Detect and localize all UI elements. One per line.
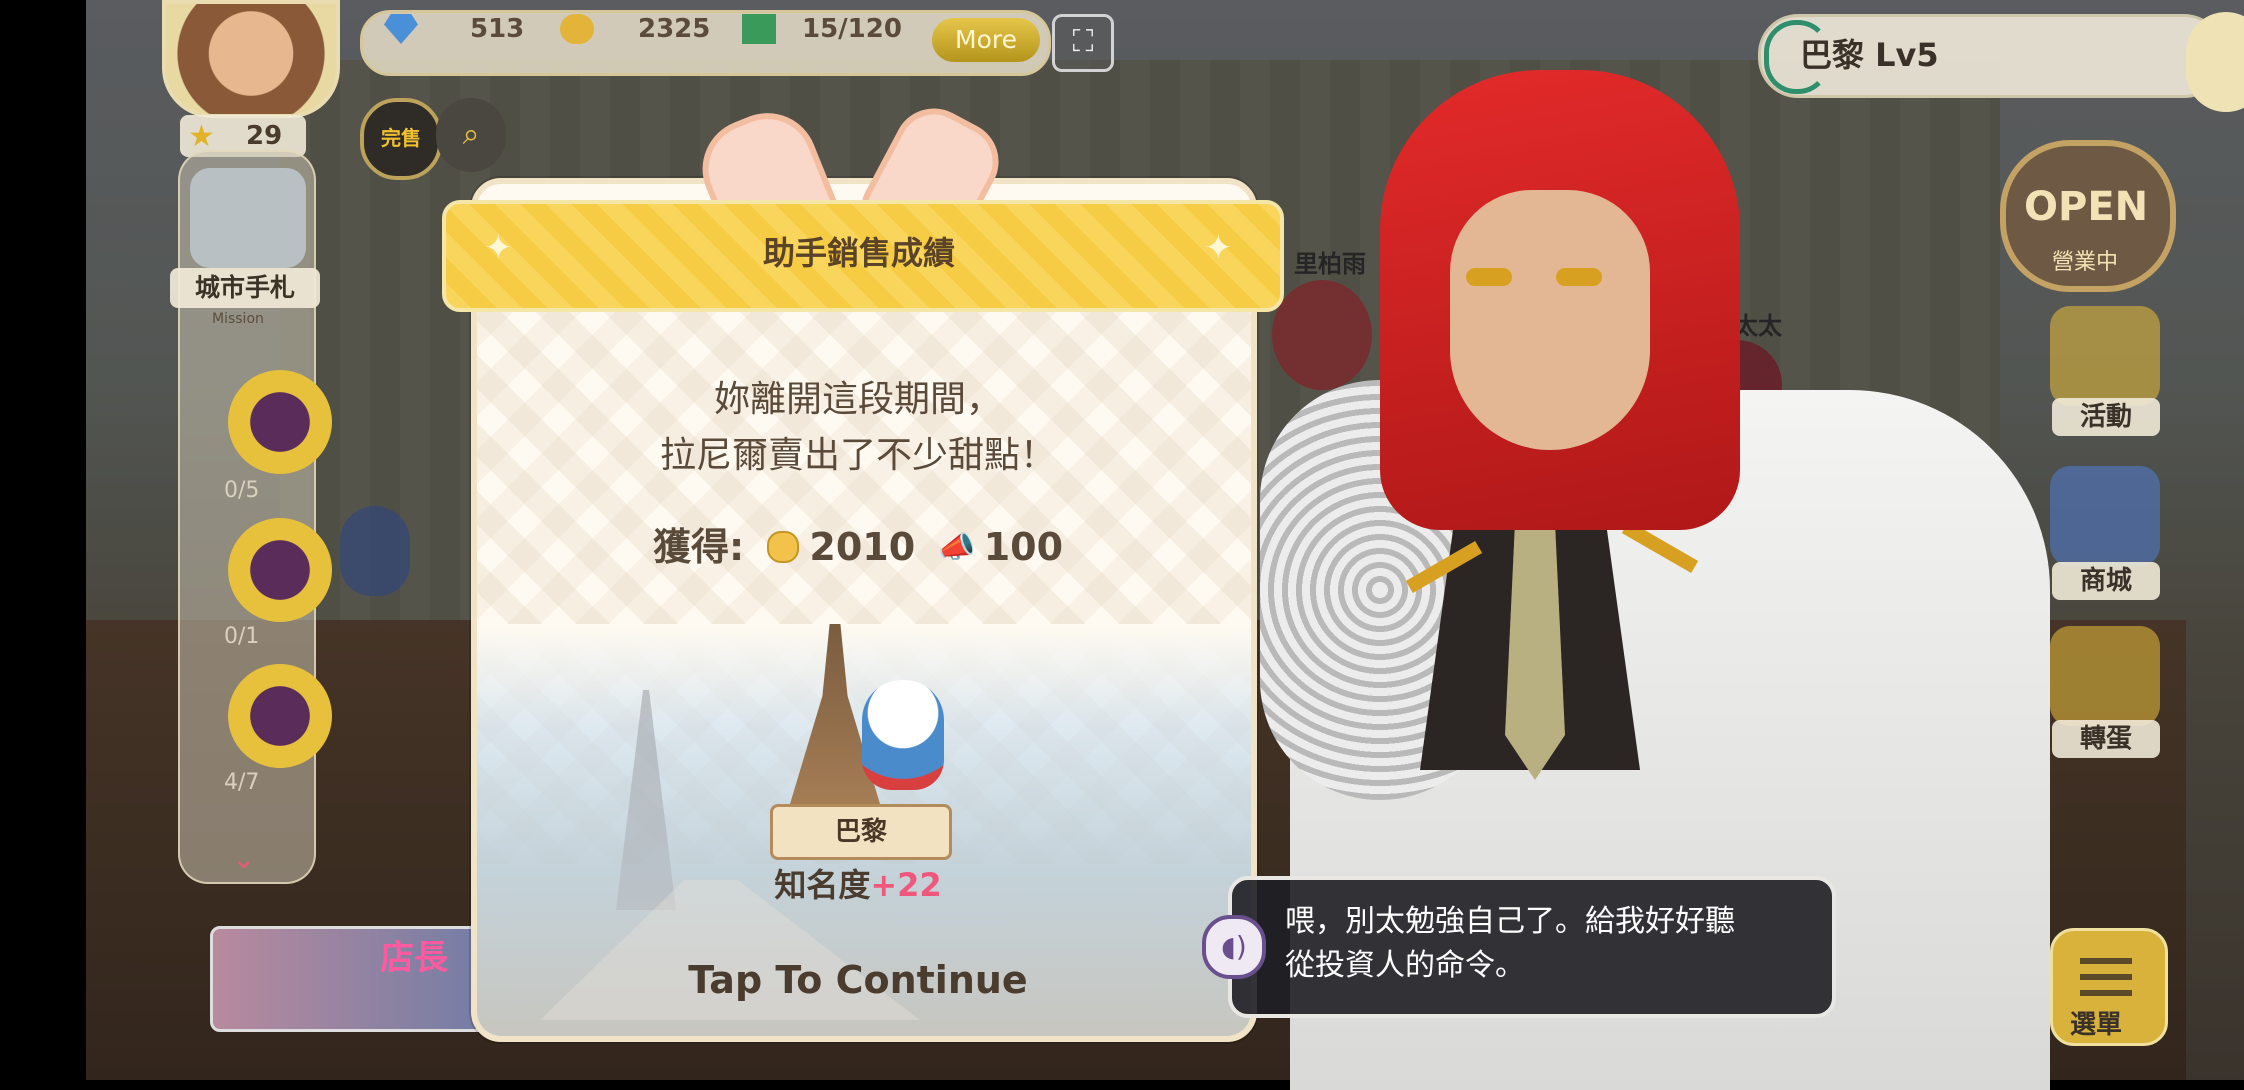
city-book-label[interactable]: 城市手札 [170,268,320,308]
level-value: 29 [246,121,283,151]
city-badge: 巴黎 [770,804,952,860]
menu-icon [2080,958,2132,998]
dialog-title: 助手銷售成績 [762,234,955,272]
dialog-line-1: 妳離開這段期間， [713,379,1002,420]
activity-button[interactable]: 活動 [2052,398,2160,436]
tap-to-continue[interactable]: Tap To Continue [471,958,1245,1002]
left-black-bar [0,0,86,1080]
coin-icon [767,530,800,563]
reward-label: 獲得: [652,525,745,569]
fame-label: 知名度 [774,866,871,904]
mission-cake-icon[interactable] [228,370,332,474]
gacha-icon[interactable] [2050,626,2160,726]
dialog-line-2: 拉尼爾賣出了不少甜點！ [659,435,1056,476]
mission-caption: Mission [212,311,264,327]
coin-icon [560,14,594,44]
gacha-button[interactable]: 轉蛋 [2052,720,2160,758]
reward-row: 獲得: 2010 📣 100 [471,516,1245,571]
banner-title: 店長 [380,938,448,978]
city-level-label: 巴黎 Lv5 [1800,36,1939,74]
coin-reward: 2010 [809,525,916,569]
menu-label: 選單 [2070,1010,2123,1040]
character-eye [1466,268,1512,286]
speech-text: 喂，別太勉強自己了。給我好好聽 從投資人的命令。 [1285,900,1815,988]
chevron-down-icon[interactable]: ⌄ [232,842,255,875]
star-icon: ★ [188,119,215,154]
search-icon[interactable]: ⌕ [436,98,506,172]
ticket-icon [742,14,776,44]
rooster-icon [862,680,944,790]
gem-count: 513 [470,14,525,44]
mission-heart-icon[interactable] [228,518,332,622]
mission-progress: 0/1 [224,624,260,649]
open-label: OPEN [2024,184,2149,230]
shop-icon[interactable] [2050,466,2160,566]
sparkle-icon: ✦ [484,228,513,268]
ticket-count: 15/120 [802,14,902,44]
player-avatar[interactable] [162,0,340,118]
speech-line-2: 從投資人的命令。 [1285,948,1525,983]
owl-icon[interactable] [2186,12,2244,112]
fame-points-reward: 100 [983,525,1064,569]
sparkle-icon: ✦ [1204,228,1233,268]
fullscreen-icon[interactable]: ⛶ [1052,14,1114,72]
open-status: 營業中 [2052,250,2119,275]
mission-progress: 0/5 [224,478,260,503]
city-book-icon[interactable] [190,168,306,268]
fame-value: +22 [870,866,942,904]
shop-button[interactable]: 商城 [2052,562,2160,600]
fame-gain: 知名度+22 [471,860,1245,906]
character-eye [1556,268,1602,286]
mission-progress: 4/7 [224,770,260,795]
owl-activity-icon[interactable] [2050,306,2160,406]
speech-line-1: 喂，別太勉強自己了。給我好好聽 [1285,904,1735,939]
mission-heart-icon[interactable] [228,664,332,768]
more-currency-button[interactable]: More [932,18,1040,62]
megaphone-icon: 📣 [938,530,976,565]
voice-icon[interactable]: ◖) [1202,915,1266,979]
sold-out-button[interactable]: 完售 [360,98,442,180]
coin-count: 2325 [638,14,711,44]
character-face [1450,190,1650,450]
